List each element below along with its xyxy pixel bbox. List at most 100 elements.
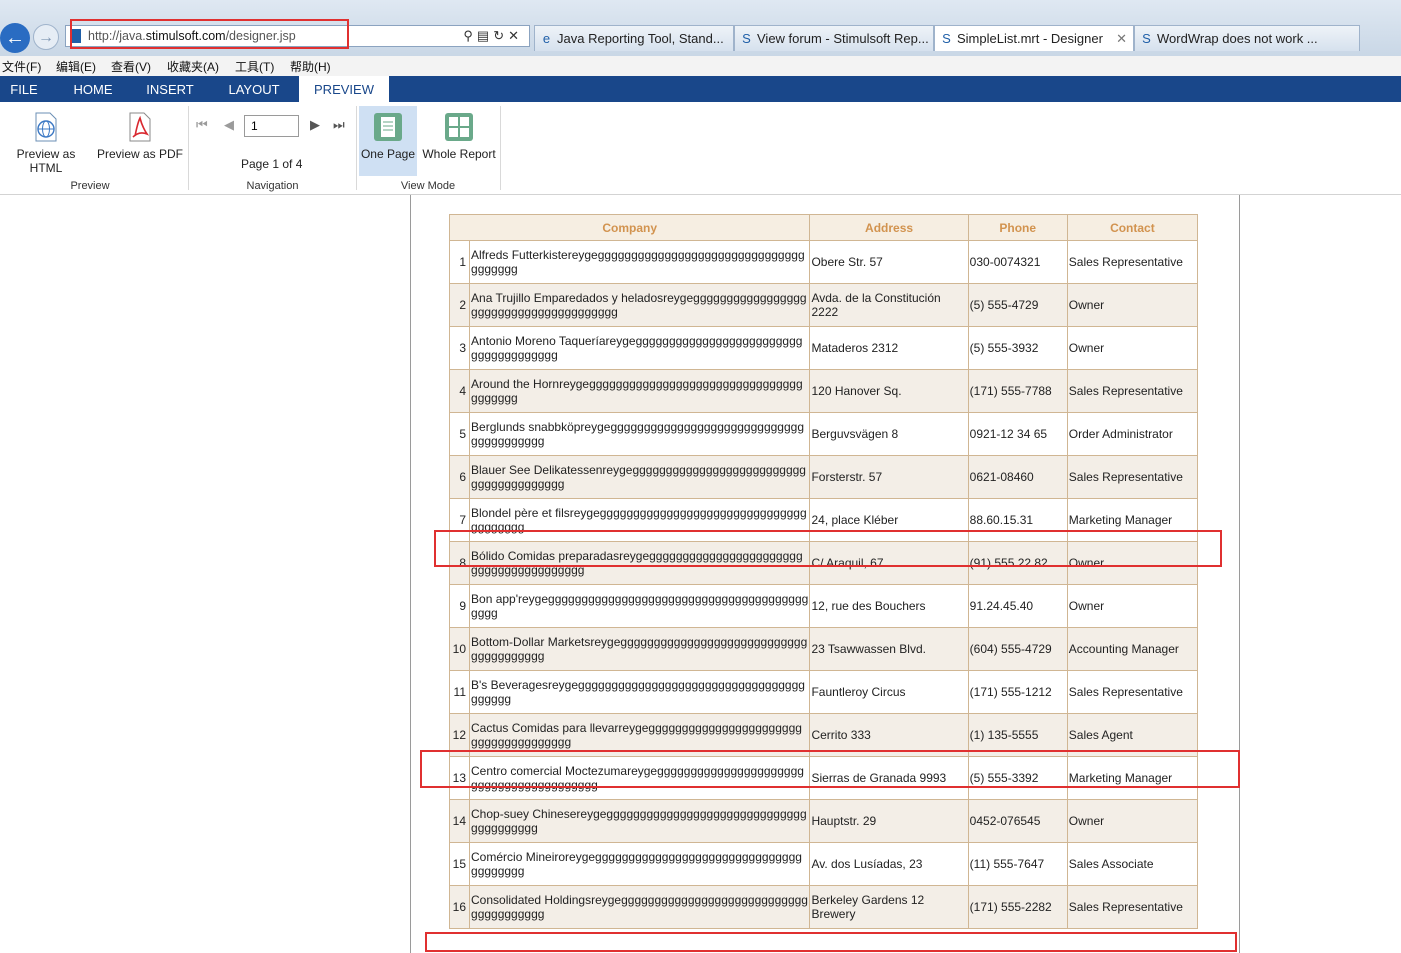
pdf-icon — [129, 112, 151, 142]
contact-cell: Owner — [1066, 326, 1199, 370]
whole-report-button[interactable]: Whole Report — [420, 106, 498, 161]
table-row: 1 Alfreds Futterkistereygeggggggggggggggg… — [448, 240, 1199, 284]
annotation-box-row-overlap — [425, 932, 1237, 952]
table-row: 14 Chop-suey Chinesereygegggggggggggggggg… — [448, 799, 1199, 843]
tab-title: SimpleList.mrt - Designer — [957, 31, 1103, 46]
table-row: 11 B's Beveragesreygegggggggggggggggggggg… — [448, 670, 1199, 714]
menu-view[interactable]: 查看(V) — [111, 58, 151, 75]
whole-report-icon — [445, 113, 473, 141]
page-number-input[interactable] — [244, 115, 299, 137]
table-header-row: Company Address Phone Contact — [448, 214, 1199, 241]
preview-as-html-button[interactable]: Preview as HTML — [0, 106, 92, 175]
table-row: 3 Antonio Moreno Taqueríareygeggggggggggg… — [448, 326, 1199, 370]
contact-cell: Order Administrator — [1066, 412, 1199, 456]
one-page-icon — [374, 113, 402, 141]
group-label-preview: Preview — [70, 180, 110, 192]
address-cell: Av. dos Lusíadas, 23 — [809, 842, 969, 886]
contact-cell: Accounting Manager — [1066, 627, 1199, 671]
table-row: 16 Consolidated Holdingsreygegggggggggggg… — [448, 885, 1199, 929]
ribbon-tab-bar: FILE HOME INSERT LAYOUT PREVIEW — [0, 76, 1401, 102]
contact-cell: Sales Associate — [1066, 842, 1199, 886]
address-cell: Mataderos 2312 — [809, 326, 969, 370]
tab-insert[interactable]: INSERT — [136, 76, 204, 102]
address-cell: 120 Hanover Sq. — [809, 369, 969, 413]
contact-cell: Owner — [1066, 283, 1199, 327]
header-company: Company — [448, 214, 811, 241]
address-cell: Forsterstr. 57 — [809, 455, 969, 499]
table-row: 6 Blauer See Delikatessenreygeggggggggggg… — [448, 455, 1199, 499]
phone-cell: (5) 555-4729 — [967, 283, 1068, 327]
company-cell: Around the Hornreygegggggggggggggggggggg… — [469, 369, 811, 413]
phone-cell: (604) 555-4729 — [967, 627, 1068, 671]
refresh-icon[interactable]: ↻ — [493, 28, 508, 43]
row-number: 4 — [448, 369, 471, 413]
compat-view-icon[interactable]: ▤ — [477, 28, 493, 43]
address-controls: ⚲▤↻✕ — [463, 28, 523, 44]
phone-cell: 0621-08460 — [967, 455, 1068, 499]
contact-cell: Sales Representative — [1066, 240, 1199, 284]
company-cell: Alfreds Futterkistereygegggggggggggggggg… — [469, 240, 811, 284]
first-page-icon[interactable]: ⏮ — [196, 117, 208, 133]
close-tab-icon[interactable]: ✕ — [1116, 26, 1127, 51]
preview-as-pdf-button[interactable]: Preview as PDF — [96, 106, 184, 161]
menu-tools[interactable]: 工具(T) — [235, 58, 274, 75]
prev-page-icon[interactable]: ◀ — [224, 117, 234, 133]
header-phone: Phone — [967, 214, 1068, 241]
back-arrow-icon[interactable]: ← — [0, 23, 30, 53]
browser-tab[interactable]: S View forum - Stimulsoft Rep... — [734, 25, 934, 51]
tab-title: Java Reporting Tool, Stand... — [557, 31, 724, 46]
next-page-icon[interactable]: ▶ — [310, 117, 320, 133]
address-cell: Berkeley Gardens 12 Brewery — [809, 885, 969, 929]
table-row: 2 Ana Trujillo Emparedados y heladosreyge… — [448, 283, 1199, 327]
tab-file[interactable]: FILE — [0, 76, 48, 102]
company-cell: Chop-suey Chinesereygegggggggggggggggggg… — [469, 799, 811, 843]
group-label-navigation: Navigation — [246, 180, 299, 192]
row-number: 14 — [448, 799, 471, 843]
menu-favorites[interactable]: 收藏夹(A) — [167, 58, 219, 75]
phone-cell: 91.24.45.40 — [967, 584, 1068, 628]
browser-tab[interactable]: S WordWrap does not work ... — [1134, 25, 1360, 51]
company-cell: Comércio Mineiroreygeggggggggggggggggggg… — [469, 842, 811, 886]
group-separator — [188, 106, 189, 190]
row-number: 5 — [448, 412, 471, 456]
search-icon[interactable]: ⚲ — [463, 28, 477, 43]
table-row: 10 Bottom-Dollar Marketsreygegggggggggggg… — [448, 627, 1199, 671]
table-row: 5 Berglunds snabbköpreygegggggggggggggggg… — [448, 412, 1199, 456]
browser-tab[interactable]: e Java Reporting Tool, Stand... — [534, 25, 734, 51]
contact-cell: Sales Representative — [1066, 455, 1199, 499]
row-number: 6 — [448, 455, 471, 499]
tab-title: WordWrap does not work ... — [1157, 31, 1318, 46]
one-page-button[interactable]: One Page — [359, 106, 417, 176]
table-row: 9 Bon app'reygegggggggggggggggggggggggggg… — [448, 584, 1199, 628]
browser-tab-active[interactable]: S SimpleList.mrt - Designer ✕ — [934, 25, 1134, 51]
one-page-label: One Page — [360, 147, 416, 161]
row-number: 9 — [448, 584, 471, 628]
row-number: 15 — [448, 842, 471, 886]
address-cell: Avda. de la Constitución 2222 — [809, 283, 969, 327]
company-cell: B's Beveragesreygegggggggggggggggggggggg… — [469, 670, 811, 714]
stop-icon[interactable]: ✕ — [508, 28, 523, 43]
table-row: 15 Comércio Mineiroreygeggggggggggggggggg… — [448, 842, 1199, 886]
group-label-view-mode: View Mode — [400, 180, 456, 192]
table-row: 4 Around the Hornreygeggggggggggggggggggg… — [448, 369, 1199, 413]
tab-preview[interactable]: PREVIEW — [299, 76, 389, 102]
phone-cell: (171) 555-2282 — [967, 885, 1068, 929]
menu-file[interactable]: 文件(F) — [2, 58, 41, 75]
row-number: 2 — [448, 283, 471, 327]
forward-arrow-icon[interactable]: → — [33, 24, 59, 50]
company-cell: Consolidated Holdingsreygegggggggggggggg… — [469, 885, 811, 929]
company-cell: Blauer See Delikatessenreygegggggggggggg… — [469, 455, 811, 499]
address-cell: Fauntleroy Circus — [809, 670, 969, 714]
contact-cell: Owner — [1066, 799, 1199, 843]
company-cell: Berglunds snabbköpreygeggggggggggggggggg… — [469, 412, 811, 456]
address-cell: Hauptstr. 29 — [809, 799, 969, 843]
company-cell: Antonio Moreno Taqueríareygegggggggggggg… — [469, 326, 811, 370]
menu-edit[interactable]: 编辑(E) — [56, 58, 96, 75]
contact-cell: Sales Representative — [1066, 369, 1199, 413]
whole-report-label: Whole Report — [422, 147, 496, 161]
last-page-icon[interactable]: ⏭ — [333, 117, 345, 133]
group-separator — [356, 106, 357, 190]
menu-help[interactable]: 帮助(H) — [290, 58, 331, 75]
tab-home[interactable]: HOME — [62, 76, 124, 102]
tab-layout[interactable]: LAYOUT — [218, 76, 290, 102]
